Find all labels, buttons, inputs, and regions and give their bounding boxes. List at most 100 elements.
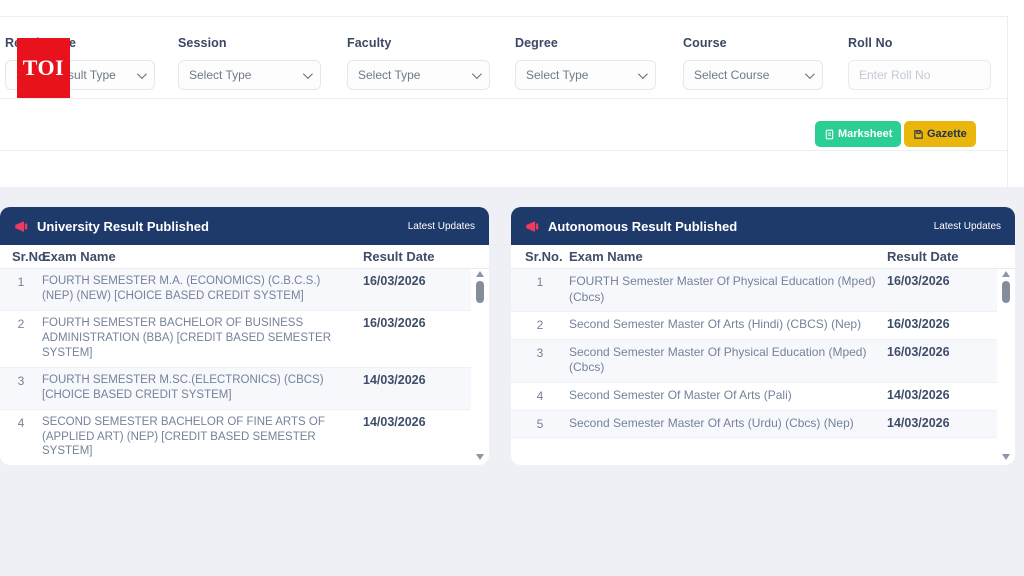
row-srno: 1 bbox=[511, 274, 569, 289]
table-row: 3 Second Semester Master Of Physical Edu… bbox=[511, 340, 997, 383]
top-filter-area: Result Type Select Result Type Session S… bbox=[0, 0, 1024, 187]
filter-course: Course Select Course bbox=[683, 36, 823, 50]
result-date: 16/03/2026 bbox=[887, 274, 997, 288]
exam-name-link[interactable]: Second Semester Master Of Physical Educa… bbox=[569, 345, 887, 376]
chevron-down-icon bbox=[638, 69, 648, 79]
scroll-down-arrow-icon[interactable] bbox=[476, 454, 484, 460]
table-row: 2 FOURTH SEMESTER BACHELOR OF BUSINESS A… bbox=[0, 311, 471, 368]
column-exam-name: Exam Name bbox=[42, 249, 363, 264]
filter-label: Session bbox=[178, 36, 321, 50]
filter-faculty: Faculty Select Type bbox=[347, 36, 490, 50]
filter-label: Roll No bbox=[848, 36, 991, 50]
result-date: 16/03/2026 bbox=[887, 345, 997, 359]
toi-logo-text: TOI bbox=[23, 55, 64, 81]
exam-name-link[interactable]: Second Semester Master Of Arts (Hindi) (… bbox=[569, 317, 887, 333]
gazette-button-label: Gazette bbox=[927, 128, 967, 140]
exam-name-link[interactable]: Second Semester Master Of Arts (Urdu) (C… bbox=[569, 416, 887, 432]
filter-label: Degree bbox=[515, 36, 656, 50]
card-border-right bbox=[1007, 16, 1008, 187]
table-row: 3 FOURTH SEMESTER M.SC.(ELECTRONICS) (CB… bbox=[0, 368, 471, 410]
degree-select[interactable]: Select Type bbox=[515, 60, 656, 90]
select-value: Select Type bbox=[526, 68, 588, 82]
marksheet-document-icon bbox=[824, 129, 835, 140]
latest-updates-label: Latest Updates bbox=[934, 221, 1001, 232]
vertical-scrollbar[interactable] bbox=[1001, 271, 1011, 460]
exam-name-link[interactable]: FOURTH SEMESTER BACHELOR OF BUSINESS ADM… bbox=[42, 316, 363, 361]
gazette-button[interactable]: Gazette bbox=[904, 121, 976, 147]
chevron-down-icon bbox=[472, 69, 482, 79]
column-exam-name: Exam Name bbox=[569, 249, 887, 264]
row-srno: 4 bbox=[511, 388, 569, 403]
filter-label: Course bbox=[683, 36, 823, 50]
table-row: 1 FOURTH SEMESTER M.A. (ECONOMICS) (C.B.… bbox=[0, 269, 471, 311]
select-value: Select Type bbox=[358, 68, 420, 82]
select-value: Select Type bbox=[189, 68, 251, 82]
marksheet-button-label: Marksheet bbox=[838, 128, 892, 140]
row-srno: 5 bbox=[511, 416, 569, 431]
scroll-up-arrow-icon[interactable] bbox=[476, 271, 484, 277]
filter-degree: Degree Select Type bbox=[515, 36, 656, 50]
column-result-date: Result Date bbox=[887, 249, 997, 264]
panel-header: University Result Published Latest Updat… bbox=[0, 207, 489, 245]
column-srno: Sr.No. bbox=[511, 249, 569, 264]
column-srno: Sr.No. bbox=[0, 249, 42, 264]
table-column-header: Sr.No. Exam Name Result Date bbox=[0, 245, 489, 269]
faculty-select[interactable]: Select Type bbox=[347, 60, 490, 90]
vertical-scrollbar[interactable] bbox=[475, 271, 485, 460]
exam-name-link[interactable]: SECOND SEMESTER BACHELOR OF FINE ARTS OF… bbox=[42, 415, 363, 460]
filter-session: Session Select Type bbox=[178, 36, 321, 50]
exam-name-link[interactable]: FOURTH SEMESTER M.SC.(ELECTRONICS) (CBCS… bbox=[42, 373, 363, 403]
exam-name-link[interactable]: Second Semester Of Master Of Arts (Pali) bbox=[569, 388, 887, 404]
roll-no-input[interactable] bbox=[848, 60, 991, 90]
panel-title: Autonomous Result Published bbox=[548, 219, 737, 234]
section-divider bbox=[0, 98, 1008, 99]
result-date: 16/03/2026 bbox=[363, 274, 471, 288]
university-results-panel: University Result Published Latest Updat… bbox=[0, 207, 489, 465]
row-srno: 4 bbox=[0, 415, 42, 430]
result-date: 14/03/2026 bbox=[887, 388, 997, 402]
scrollbar-thumb[interactable] bbox=[1002, 281, 1010, 303]
row-srno: 3 bbox=[0, 373, 42, 388]
chevron-down-icon bbox=[805, 69, 815, 79]
chevron-down-icon bbox=[303, 69, 313, 79]
table-row: 1 FOURTH Semester Master Of Physical Edu… bbox=[511, 269, 997, 312]
exam-name-link[interactable]: FOURTH SEMESTER M.A. (ECONOMICS) (C.B.C.… bbox=[42, 274, 363, 304]
toi-logo: TOI bbox=[17, 38, 70, 98]
megaphone-icon bbox=[14, 219, 29, 234]
row-srno: 2 bbox=[511, 317, 569, 332]
latest-updates-label: Latest Updates bbox=[408, 221, 475, 232]
scroll-down-arrow-icon[interactable] bbox=[1002, 454, 1010, 460]
row-srno: 2 bbox=[0, 316, 42, 331]
result-date: 16/03/2026 bbox=[363, 316, 471, 330]
table-row: 5 Second Semester Master Of Arts (Urdu) … bbox=[511, 411, 997, 439]
autonomous-results-table[interactable]: 1 FOURTH Semester Master Of Physical Edu… bbox=[511, 269, 1015, 465]
scroll-up-arrow-icon[interactable] bbox=[1002, 271, 1010, 277]
table-column-header: Sr.No. Exam Name Result Date bbox=[511, 245, 1015, 269]
university-results-table[interactable]: 1 FOURTH SEMESTER M.A. (ECONOMICS) (C.B.… bbox=[0, 269, 489, 465]
column-result-date: Result Date bbox=[363, 249, 471, 264]
select-value: Select Course bbox=[694, 68, 769, 82]
exam-name-link[interactable]: FOURTH Semester Master Of Physical Educa… bbox=[569, 274, 887, 305]
result-date: 14/03/2026 bbox=[887, 416, 997, 430]
result-date: 16/03/2026 bbox=[887, 317, 997, 331]
row-srno: 1 bbox=[0, 274, 42, 289]
gazette-save-icon bbox=[913, 129, 924, 140]
row-srno: 3 bbox=[511, 345, 569, 360]
panel-title: University Result Published bbox=[37, 219, 209, 234]
scrollbar-thumb[interactable] bbox=[476, 281, 484, 303]
session-select[interactable]: Select Type bbox=[178, 60, 321, 90]
section-divider bbox=[0, 150, 1008, 151]
table-row: 4 Second Semester Of Master Of Arts (Pal… bbox=[511, 383, 997, 411]
autonomous-results-panel: Autonomous Result Published Latest Updat… bbox=[511, 207, 1015, 465]
table-row: 4 SECOND SEMESTER BACHELOR OF FINE ARTS … bbox=[0, 410, 471, 465]
filter-label: Faculty bbox=[347, 36, 490, 50]
chevron-down-icon bbox=[137, 69, 147, 79]
result-date: 14/03/2026 bbox=[363, 415, 471, 429]
table-row: 2 Second Semester Master Of Arts (Hindi)… bbox=[511, 312, 997, 340]
course-select[interactable]: Select Course bbox=[683, 60, 823, 90]
panel-header: Autonomous Result Published Latest Updat… bbox=[511, 207, 1015, 245]
megaphone-icon bbox=[525, 219, 540, 234]
card-border-top bbox=[0, 16, 1008, 17]
filter-roll-no: Roll No bbox=[848, 36, 991, 50]
marksheet-button[interactable]: Marksheet bbox=[815, 121, 901, 147]
